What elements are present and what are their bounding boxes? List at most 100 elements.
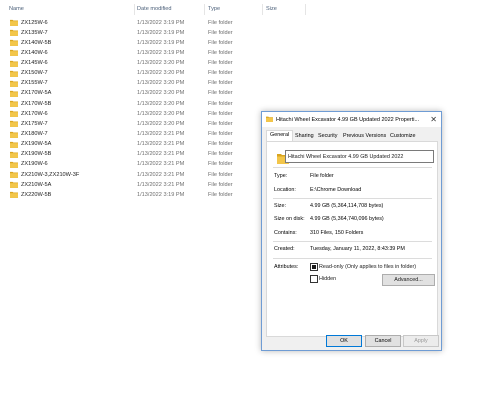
file-type: File folder xyxy=(208,191,233,198)
folder-name-value: Hitachi Wheel Excavator 4.99 GB Updated … xyxy=(288,153,404,160)
divider xyxy=(273,167,432,168)
file-type: File folder xyxy=(208,80,233,87)
folder-icon xyxy=(10,40,18,47)
file-name: ZX145W-6 xyxy=(21,60,48,67)
table-row[interactable]: ZX170W-6 1/13/2022 3:20 PM File folder xyxy=(0,109,260,119)
folder-icon xyxy=(10,121,18,128)
file-name: ZX190W-5B xyxy=(21,151,52,158)
column-divider[interactable] xyxy=(134,4,135,15)
tab-bar: General Sharing Security Previous Versio… xyxy=(266,130,438,141)
properties-dialog: Hitachi Wheel Excavator 4.99 GB Updated … xyxy=(261,111,442,351)
folder-icon xyxy=(10,60,18,67)
file-type: File folder xyxy=(208,161,233,168)
file-date: 1/13/2022 3:21 PM xyxy=(137,151,185,158)
hidden-label[interactable]: Hidden xyxy=(319,276,336,282)
created-value: Tuesday, January 11, 2022, 8:43:39 PM xyxy=(310,246,405,252)
file-name: ZX170W-6 xyxy=(21,110,48,117)
table-row[interactable]: ZX150W-7 1/13/2022 3:20 PM File folder xyxy=(0,69,260,79)
divider xyxy=(273,198,432,199)
table-row[interactable]: ZX125W-6 1/13/2022 3:19 PM File folder xyxy=(0,18,260,28)
file-name: ZX210W-3,ZX210W-3F xyxy=(21,171,80,178)
file-type: File folder xyxy=(208,70,233,77)
file-date: 1/13/2022 3:21 PM xyxy=(137,131,185,138)
column-header-date[interactable]: Date modified xyxy=(137,6,172,12)
apply-button[interactable]: Apply xyxy=(403,335,439,347)
file-type: File folder xyxy=(208,60,233,67)
table-row[interactable]: ZX140W-6 1/13/2022 3:19 PM File folder xyxy=(0,48,260,58)
table-row[interactable]: ZX135W-7 1/13/2022 3:19 PM File folder xyxy=(0,28,260,38)
file-type: File folder xyxy=(208,120,233,127)
file-type: File folder xyxy=(208,141,233,148)
folder-icon xyxy=(266,116,273,122)
folder-icon xyxy=(10,192,18,199)
file-type: File folder xyxy=(208,90,233,97)
file-date: 1/13/2022 3:20 PM xyxy=(137,120,185,127)
folder-icon xyxy=(10,50,18,57)
folder-icon xyxy=(10,19,18,26)
folder-icon xyxy=(10,111,18,118)
table-row[interactable]: ZX190W-6 1/13/2022 3:21 PM File folder xyxy=(0,160,260,170)
cancel-button[interactable]: Cancel xyxy=(365,335,401,347)
column-divider[interactable] xyxy=(305,4,306,15)
attributes-label: Attributes: xyxy=(274,264,299,270)
file-name: ZX135W-7 xyxy=(21,29,48,36)
folder-icon xyxy=(10,151,18,158)
table-row[interactable]: ZX145W-6 1/13/2022 3:20 PM File folder xyxy=(0,59,260,69)
table-row[interactable]: ZX220W-5B 1/13/2022 3:19 PM File folder xyxy=(0,190,260,200)
file-name: ZX180W-7 xyxy=(21,131,48,138)
file-type: File folder xyxy=(208,171,233,178)
advanced-button[interactable]: Advanced... xyxy=(382,274,435,286)
location-label: Location: xyxy=(274,187,296,193)
file-date: 1/13/2022 3:20 PM xyxy=(137,60,185,67)
dialog-title: Hitachi Wheel Excavator 4.99 GB Updated … xyxy=(276,116,420,123)
dialog-titlebar[interactable]: Hitachi Wheel Excavator 4.99 GB Updated … xyxy=(262,112,441,127)
column-header-size[interactable]: Size xyxy=(266,6,277,12)
file-date: 1/13/2022 3:21 PM xyxy=(137,141,185,148)
readonly-checkbox[interactable] xyxy=(310,263,318,271)
table-row[interactable]: ZX190W-5A 1/13/2022 3:21 PM File folder xyxy=(0,140,260,150)
folder-icon xyxy=(10,70,18,77)
general-panel: Hitachi Wheel Excavator 4.99 GB Updated … xyxy=(266,141,438,337)
column-header-type[interactable]: Type xyxy=(208,6,220,12)
file-date: 1/13/2022 3:19 PM xyxy=(137,19,185,26)
tab-general[interactable]: General xyxy=(266,130,294,141)
column-header-name[interactable]: Name xyxy=(9,6,24,12)
file-type: File folder xyxy=(208,181,233,188)
close-icon[interactable]: ✕ xyxy=(430,115,437,124)
file-date: 1/13/2022 3:20 PM xyxy=(137,90,185,97)
file-date: 1/13/2022 3:21 PM xyxy=(137,161,185,168)
file-date: 1/13/2022 3:20 PM xyxy=(137,110,185,117)
table-row[interactable]: ZX140W-5B 1/13/2022 3:19 PM File folder xyxy=(0,38,260,48)
folder-icon xyxy=(10,80,18,87)
table-row[interactable]: ZX210W-3,ZX210W-3F 1/13/2022 3:21 PM File … xyxy=(0,170,260,180)
file-name: ZX170W-5B xyxy=(21,100,52,107)
file-type: File folder xyxy=(208,110,233,117)
file-date: 1/13/2022 3:19 PM xyxy=(137,39,185,46)
file-date: 1/13/2022 3:21 PM xyxy=(137,181,185,188)
contains-label: Contains: xyxy=(274,230,297,236)
file-name: ZX170W-5A xyxy=(21,90,52,97)
column-divider[interactable] xyxy=(204,4,205,15)
file-type: File folder xyxy=(208,100,233,107)
ok-button[interactable]: OK xyxy=(326,335,362,347)
column-divider[interactable] xyxy=(262,4,263,15)
table-row[interactable]: ZX175W-7 1/13/2022 3:20 PM File folder xyxy=(0,119,260,129)
file-name: ZX150W-7 xyxy=(21,70,48,77)
divider xyxy=(273,258,432,259)
folder-name-field[interactable]: Hitachi Wheel Excavator 4.99 GB Updated … xyxy=(285,150,434,163)
table-row[interactable]: ZX170W-5A 1/13/2022 3:20 PM File folder xyxy=(0,89,260,99)
folder-icon xyxy=(10,161,18,168)
folder-icon xyxy=(10,100,18,107)
table-row[interactable]: ZX155W-7 1/13/2022 3:20 PM File folder xyxy=(0,79,260,89)
table-row[interactable]: ZX190W-5B 1/13/2022 3:21 PM File folder xyxy=(0,150,260,160)
table-row[interactable]: ZX180W-7 1/13/2022 3:21 PM File folder xyxy=(0,130,260,140)
hidden-checkbox[interactable] xyxy=(310,275,318,283)
readonly-label[interactable]: Read-only (Only applies to files in fold… xyxy=(319,264,416,270)
file-name: ZX190W-5A xyxy=(21,141,52,148)
file-name: ZX140W-6 xyxy=(21,49,48,56)
file-name: ZX140W-5B xyxy=(21,39,52,46)
table-row[interactable]: ZX210W-5A 1/13/2022 3:21 PM File folder xyxy=(0,180,260,190)
file-name: ZX190W-6 xyxy=(21,161,48,168)
folder-icon xyxy=(10,141,18,148)
table-row[interactable]: ZX170W-5B 1/13/2022 3:20 PM File folder xyxy=(0,99,260,109)
